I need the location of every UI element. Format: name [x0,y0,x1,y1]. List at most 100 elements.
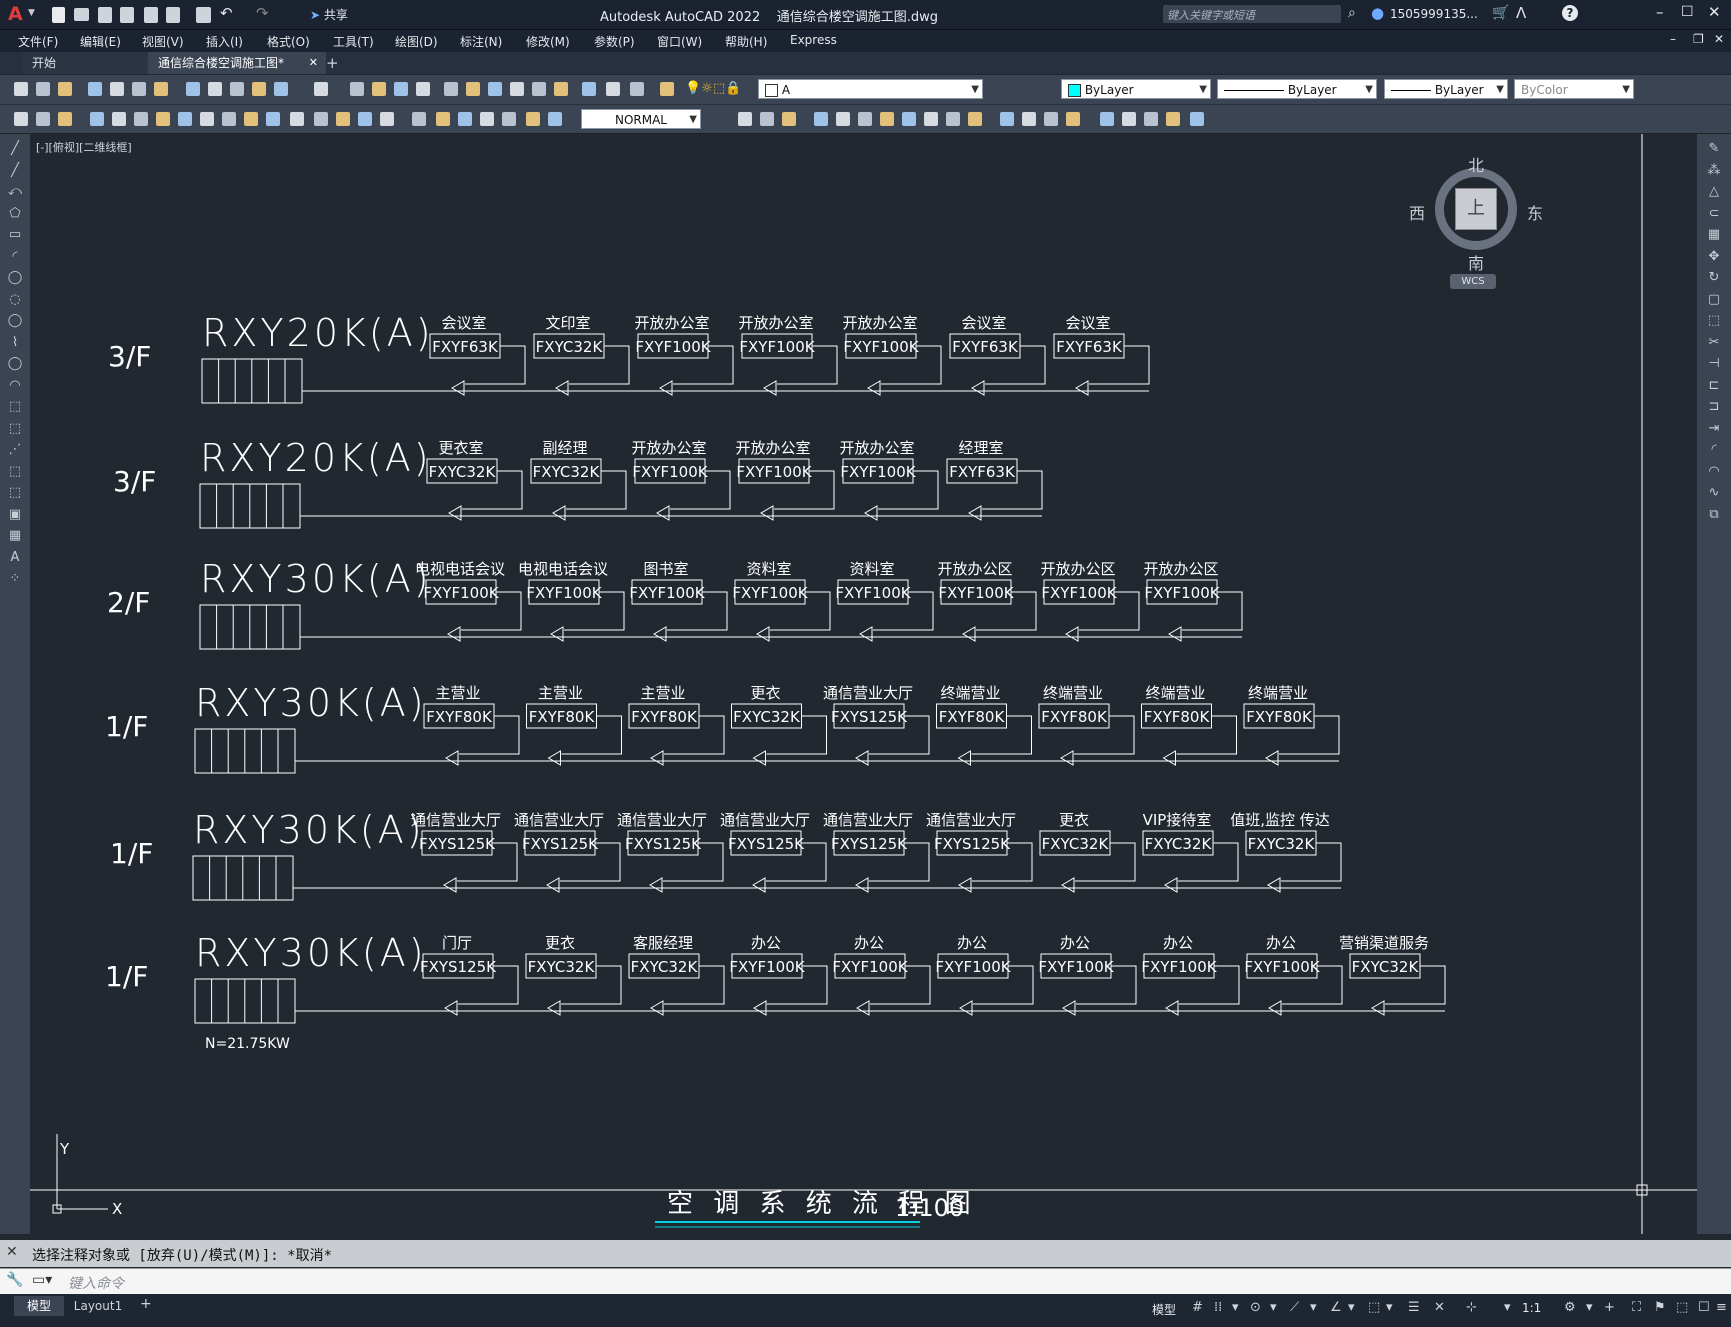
wrench-icon[interactable]: 🔧 [6,1272,23,1288]
modify-tool-icon[interactable]: ⇥ [1706,421,1722,436]
dimension-tool-icon[interactable] [480,112,494,126]
tab-close-icon[interactable]: ✕ [309,52,318,74]
dimension-tool-icon[interactable] [502,112,516,126]
color-dropdown[interactable]: ByLayer ▼ [1061,79,1211,99]
user-name[interactable]: 1505999135... [1390,7,1478,21]
draw-tool-icon[interactable]: ⤺ [7,185,23,199]
draw-tool-icon[interactable]: ▦ [7,529,23,543]
standard-tool-icon[interactable] [466,82,480,96]
draw-tool-icon[interactable]: ⬚ [7,486,23,500]
command-input[interactable]: 键入命令 [68,1273,124,1293]
tab-layout1[interactable]: Layout1 [68,1296,128,1316]
dimension-tool-icon[interactable] [336,112,350,126]
draw-tool-icon[interactable]: ⬚ [7,464,23,479]
draw-tool-icon[interactable]: ▭ [7,228,23,242]
autodesk-app-icon[interactable]: Ʌ [1516,4,1526,22]
modify-tool-icon[interactable]: ∿ [1706,486,1722,500]
menu-parametric[interactable]: 参数(P) [594,33,635,50]
status-toggle-icon[interactable]: ⬚ [1676,1300,1688,1315]
dimension-tool-icon[interactable] [358,112,372,126]
status-toggle-icon[interactable]: ▾ [1310,1300,1317,1315]
standard-tool-icon[interactable] [230,82,244,96]
dimension-tool-icon[interactable] [946,112,960,126]
modify-tool-icon[interactable]: ▢ [1706,292,1722,307]
dimension-tool-icon[interactable] [1000,112,1014,126]
menu-dimension[interactable]: 标注(N) [460,33,502,50]
dimension-tool-icon[interactable] [14,112,28,126]
doc-close-button[interactable]: ✕ [1714,32,1724,46]
draw-tool-icon[interactable]: ▣ [7,507,23,522]
app-menu-arrow-icon[interactable]: ▼ [28,8,35,18]
modify-tool-icon[interactable]: ⊂ [1706,206,1722,221]
modify-tool-icon[interactable]: ⊣ [1706,357,1722,371]
status-toggle-icon[interactable]: ▾ [1504,1300,1511,1315]
dimension-tool-icon[interactable] [112,112,126,126]
dimension-tool-icon[interactable] [436,112,450,126]
dimension-tool-icon[interactable] [156,112,170,126]
standard-tool-icon[interactable] [532,82,546,96]
draw-tool-icon[interactable]: ◯ [7,314,23,328]
dimension-tool-icon[interactable] [1100,112,1114,126]
standard-tool-icon[interactable] [372,82,386,96]
dimension-tool-icon[interactable] [782,112,796,126]
plot-icon[interactable] [196,7,211,23]
standard-tool-icon[interactable] [488,82,502,96]
close-icon[interactable]: ✕ [6,1244,18,1260]
standard-tool-icon[interactable] [582,82,596,96]
standard-tool-icon[interactable] [630,82,644,96]
status-toggle-icon[interactable]: ∠ [1330,1300,1342,1315]
dimension-tool-icon[interactable] [924,112,938,126]
standard-tool-icon[interactable] [416,82,430,96]
model-space-button[interactable]: 模型 [1152,1301,1176,1318]
modify-tool-icon[interactable]: ⊏ [1706,378,1722,393]
status-toggle-icon[interactable]: ⊙ [1250,1300,1261,1315]
draw-tool-icon[interactable]: ◯ [7,271,23,285]
standard-tool-icon[interactable] [154,82,168,96]
standard-tool-icon[interactable] [314,82,328,96]
modify-tool-icon[interactable]: ⁂ [1706,163,1722,178]
minimize-button[interactable]: – [1656,3,1664,21]
draw-tool-icon[interactable]: ⁘ [7,572,23,586]
status-toggle-icon[interactable]: ✕ [1434,1300,1445,1315]
viewcube-east[interactable]: 东 [1527,200,1543,224]
dimension-tool-icon[interactable] [412,112,426,126]
viewcube-west[interactable]: 西 [1409,200,1425,224]
dimension-tool-icon[interactable] [290,112,304,126]
doc-minimize-button[interactable]: – [1670,32,1676,46]
user-icon[interactable]: ● [1371,4,1384,22]
tab-model[interactable]: 模型 [14,1296,64,1316]
dimension-tool-icon[interactable] [1044,112,1058,126]
standard-tool-icon[interactable] [58,82,72,96]
dimension-tool-icon[interactable] [760,112,774,126]
standard-tool-icon[interactable] [660,82,674,96]
dimension-tool-icon[interactable] [738,112,752,126]
plotstyle-dropdown[interactable]: ByColor ▼ [1514,79,1634,99]
standard-tool-icon[interactable] [606,82,620,96]
modify-tool-icon[interactable]: ⧉ [1706,507,1722,522]
dimension-tool-icon[interactable] [1122,112,1136,126]
dimension-tool-icon[interactable] [458,112,472,126]
dimension-tool-icon[interactable] [244,112,258,126]
close-button[interactable]: ✕ [1708,3,1721,21]
menu-insert[interactable]: 插入(I) [206,33,243,50]
share-button[interactable]: ➤ 共享 [310,6,348,23]
standard-tool-icon[interactable] [444,82,458,96]
menu-file[interactable]: 文件(F) [18,33,58,50]
layer-state-icons[interactable]: 💡☼⬚🔒 [685,81,741,96]
doc-restore-button[interactable]: ❐ [1693,32,1704,46]
modify-tool-icon[interactable]: ⊐ [1706,400,1722,414]
status-toggle-icon[interactable]: + [1604,1300,1615,1315]
dimension-tool-icon[interactable] [1190,112,1204,126]
viewcube-north[interactable]: 北 [1468,152,1484,176]
menu-express[interactable]: Express [790,33,837,47]
undo-icon[interactable]: ↶ [220,4,233,22]
draw-tool-icon[interactable]: ⋰ [7,443,23,457]
modify-tool-icon[interactable]: △ [1706,185,1722,199]
menu-tools[interactable]: 工具(T) [333,33,374,50]
annotation-scale[interactable]: 1:1 [1522,1301,1541,1315]
viewcube-south[interactable]: 南 [1468,250,1484,274]
dimension-tool-icon[interactable] [1144,112,1158,126]
draw-tool-icon[interactable]: ╱ [7,142,23,156]
modify-tool-icon[interactable]: ✥ [1706,249,1722,264]
dimension-tool-icon[interactable] [858,112,872,126]
